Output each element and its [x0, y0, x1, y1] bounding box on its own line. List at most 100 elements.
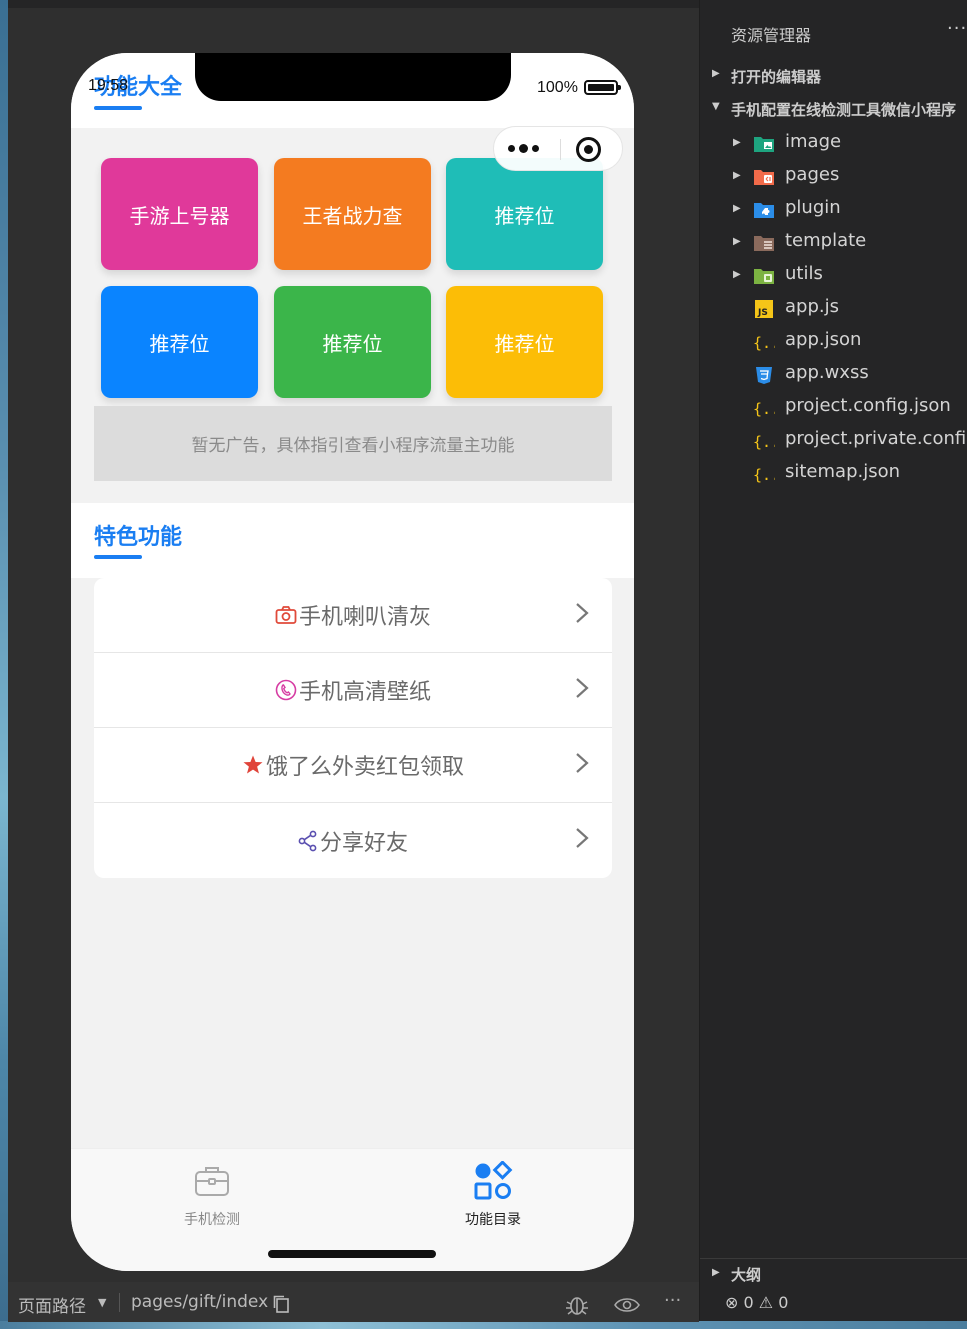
camera-icon [275, 606, 297, 624]
outline-section[interactable]: ▶ 大纲 [700, 1258, 967, 1288]
svg-text:{..}: {..} [753, 334, 775, 352]
project-label: 手机配置在线检测工具微信小程序 [731, 101, 957, 119]
tile-recommend-1[interactable]: 推荐位 [446, 158, 603, 270]
tile-honor-power[interactable]: 王者战力查 [274, 158, 431, 270]
tree-item-app-js[interactable]: JS app.js [700, 292, 967, 325]
tile-label: 推荐位 [494, 203, 555, 228]
tree-item-label: plugin [785, 197, 841, 218]
js-file-icon: JS [755, 300, 773, 318]
star-icon [243, 755, 263, 774]
more-icon[interactable]: ··· [947, 18, 967, 39]
eye-icon[interactable] [614, 1297, 640, 1313]
more-menu-icon[interactable] [508, 144, 539, 153]
utils-folder-icon [754, 269, 774, 284]
open-editors-label: 打开的编辑器 [731, 68, 822, 86]
tree-item-label: template [785, 230, 867, 251]
tree-item-label: image [785, 131, 842, 152]
feature-label: 饿了么外卖红包领取 [265, 755, 464, 780]
problems-status[interactable]: ⊗ 0 ⚠ 0 [725, 1293, 788, 1312]
error-count: 0 [743, 1293, 754, 1312]
tree-item-utils[interactable]: ▶ utils [700, 259, 967, 292]
chevron-right-icon: ▶ [733, 236, 741, 247]
tile-recommend-2[interactable]: 推荐位 [101, 286, 258, 398]
tile-game-login[interactable]: 手游上号器 [101, 158, 258, 270]
chevron-right-icon [576, 603, 589, 623]
miniprogram-capsule [493, 126, 623, 171]
tile-label: 推荐位 [494, 331, 555, 356]
feature-eleme-coupon[interactable]: 饿了么外卖红包领取 [94, 728, 612, 803]
plugin-folder-icon [754, 203, 774, 218]
tab-label: 功能目录 [465, 1212, 521, 1228]
tree-item-template[interactable]: ▶ template [700, 226, 967, 259]
tree-item-pages[interactable]: ▶ pages [700, 160, 967, 193]
battery-icon [584, 80, 621, 95]
chevron-right-icon: ▶ [733, 170, 741, 181]
warning-count: 0 [778, 1293, 789, 1312]
tile-recommend-4[interactable]: 推荐位 [446, 286, 603, 398]
phone-notch [195, 53, 511, 101]
ad-placeholder: 暂无广告，具体指引查看小程序流量主功能 [94, 406, 612, 481]
feature-share[interactable]: 分享好友 [94, 803, 612, 878]
desktop-background [0, 0, 8, 1329]
simulator-toolbar [8, 0, 699, 8]
tree-item-app-json[interactable]: {..} app.json [700, 325, 967, 358]
section-header-features: 特色功能 [71, 503, 634, 578]
tree-item-image[interactable]: ▶ image [700, 127, 967, 160]
chevron-right-icon: ▶ [733, 269, 741, 280]
template-folder-icon [754, 236, 774, 251]
json-file-icon: {..} [753, 433, 775, 451]
tree-item-label: sitemap.json [785, 461, 901, 482]
project-section[interactable]: ▼ 手机配置在线检测工具微信小程序 [700, 93, 967, 126]
chevron-right-icon [576, 678, 589, 698]
svg-text:{..}: {..} [753, 433, 775, 451]
feature-wallpaper[interactable]: 手机高清壁纸 [94, 653, 612, 728]
json-file-icon: {..} [753, 400, 775, 418]
status-battery-text: 100% [537, 79, 578, 96]
pages-folder-icon [754, 170, 774, 185]
section-title-underline [94, 106, 142, 110]
debug-icon[interactable] [564, 1294, 590, 1316]
tree-item-label: project.private.config.json [785, 428, 967, 449]
simulator-status-bar: 页面路径 ▼ pages/gift/index ··· [8, 1282, 699, 1322]
tab-label: 手机检测 [184, 1212, 240, 1228]
tree-item-label: project.config.json [785, 395, 951, 416]
tree-item-project-private-config[interactable]: {..} project.private.config.json [700, 424, 967, 457]
home-indicator [268, 1250, 436, 1258]
caret-down-icon[interactable]: ▼ [98, 1296, 106, 1309]
simulator-panel: 功能大全 19:58 100% 手游上号器 王者战力查 推荐位 推荐位 推荐位 … [8, 0, 699, 1282]
css-file-icon [756, 367, 772, 384]
apps-icon [474, 1160, 513, 1200]
svg-text:{..}: {..} [753, 466, 775, 484]
section-title-underline [94, 555, 142, 559]
svg-text:{..}: {..} [753, 400, 775, 418]
tree-item-project-config[interactable]: {..} project.config.json [700, 391, 967, 424]
phone-frame: 功能大全 19:58 100% 手游上号器 王者战力查 推荐位 推荐位 推荐位 … [71, 53, 634, 1271]
tab-phone-check[interactable]: 手机检测 [142, 1161, 282, 1229]
chevron-right-icon: ▶ [712, 1267, 720, 1278]
tile-recommend-3[interactable]: 推荐位 [274, 286, 431, 398]
more-options-icon[interactable]: ··· [664, 1290, 681, 1311]
open-editors-section[interactable]: ▶ 打开的编辑器 [700, 60, 967, 93]
tree-item-sitemap[interactable]: {..} sitemap.json [700, 457, 967, 490]
chevron-right-icon: ▶ [712, 68, 720, 79]
warning-icon: ⚠ [758, 1293, 774, 1312]
tree-item-plugin[interactable]: ▶ plugin [700, 193, 967, 226]
json-file-icon: {..} [753, 334, 775, 352]
tree-item-label: app.wxss [785, 362, 869, 383]
tree-item-label: app.json [785, 329, 862, 350]
feature-label: 分享好友 [319, 830, 408, 856]
image-folder-icon [754, 137, 774, 152]
explorer-panel: 资源管理器 ··· ▶ 打开的编辑器 ▼ 手机配置在线检测工具微信小程序 ▶ i… [699, 0, 967, 1321]
tab-function-catalog[interactable]: 功能目录 [423, 1160, 563, 1229]
chevron-right-icon [576, 753, 589, 773]
feature-speaker-clean[interactable]: 手机喇叭清灰 [94, 578, 612, 653]
chevron-down-icon: ▼ [712, 101, 720, 112]
tree-item-label: pages [785, 164, 840, 185]
tree-item-label: utils [785, 263, 823, 284]
desktop-background-bottom [0, 1321, 967, 1329]
copy-icon[interactable] [273, 1295, 289, 1313]
close-miniprogram-icon[interactable] [576, 137, 601, 162]
chevron-right-icon [576, 828, 589, 848]
page-path-label[interactable]: 页面路径 [18, 1292, 86, 1317]
tree-item-app-wxss[interactable]: app.wxss [700, 358, 967, 391]
